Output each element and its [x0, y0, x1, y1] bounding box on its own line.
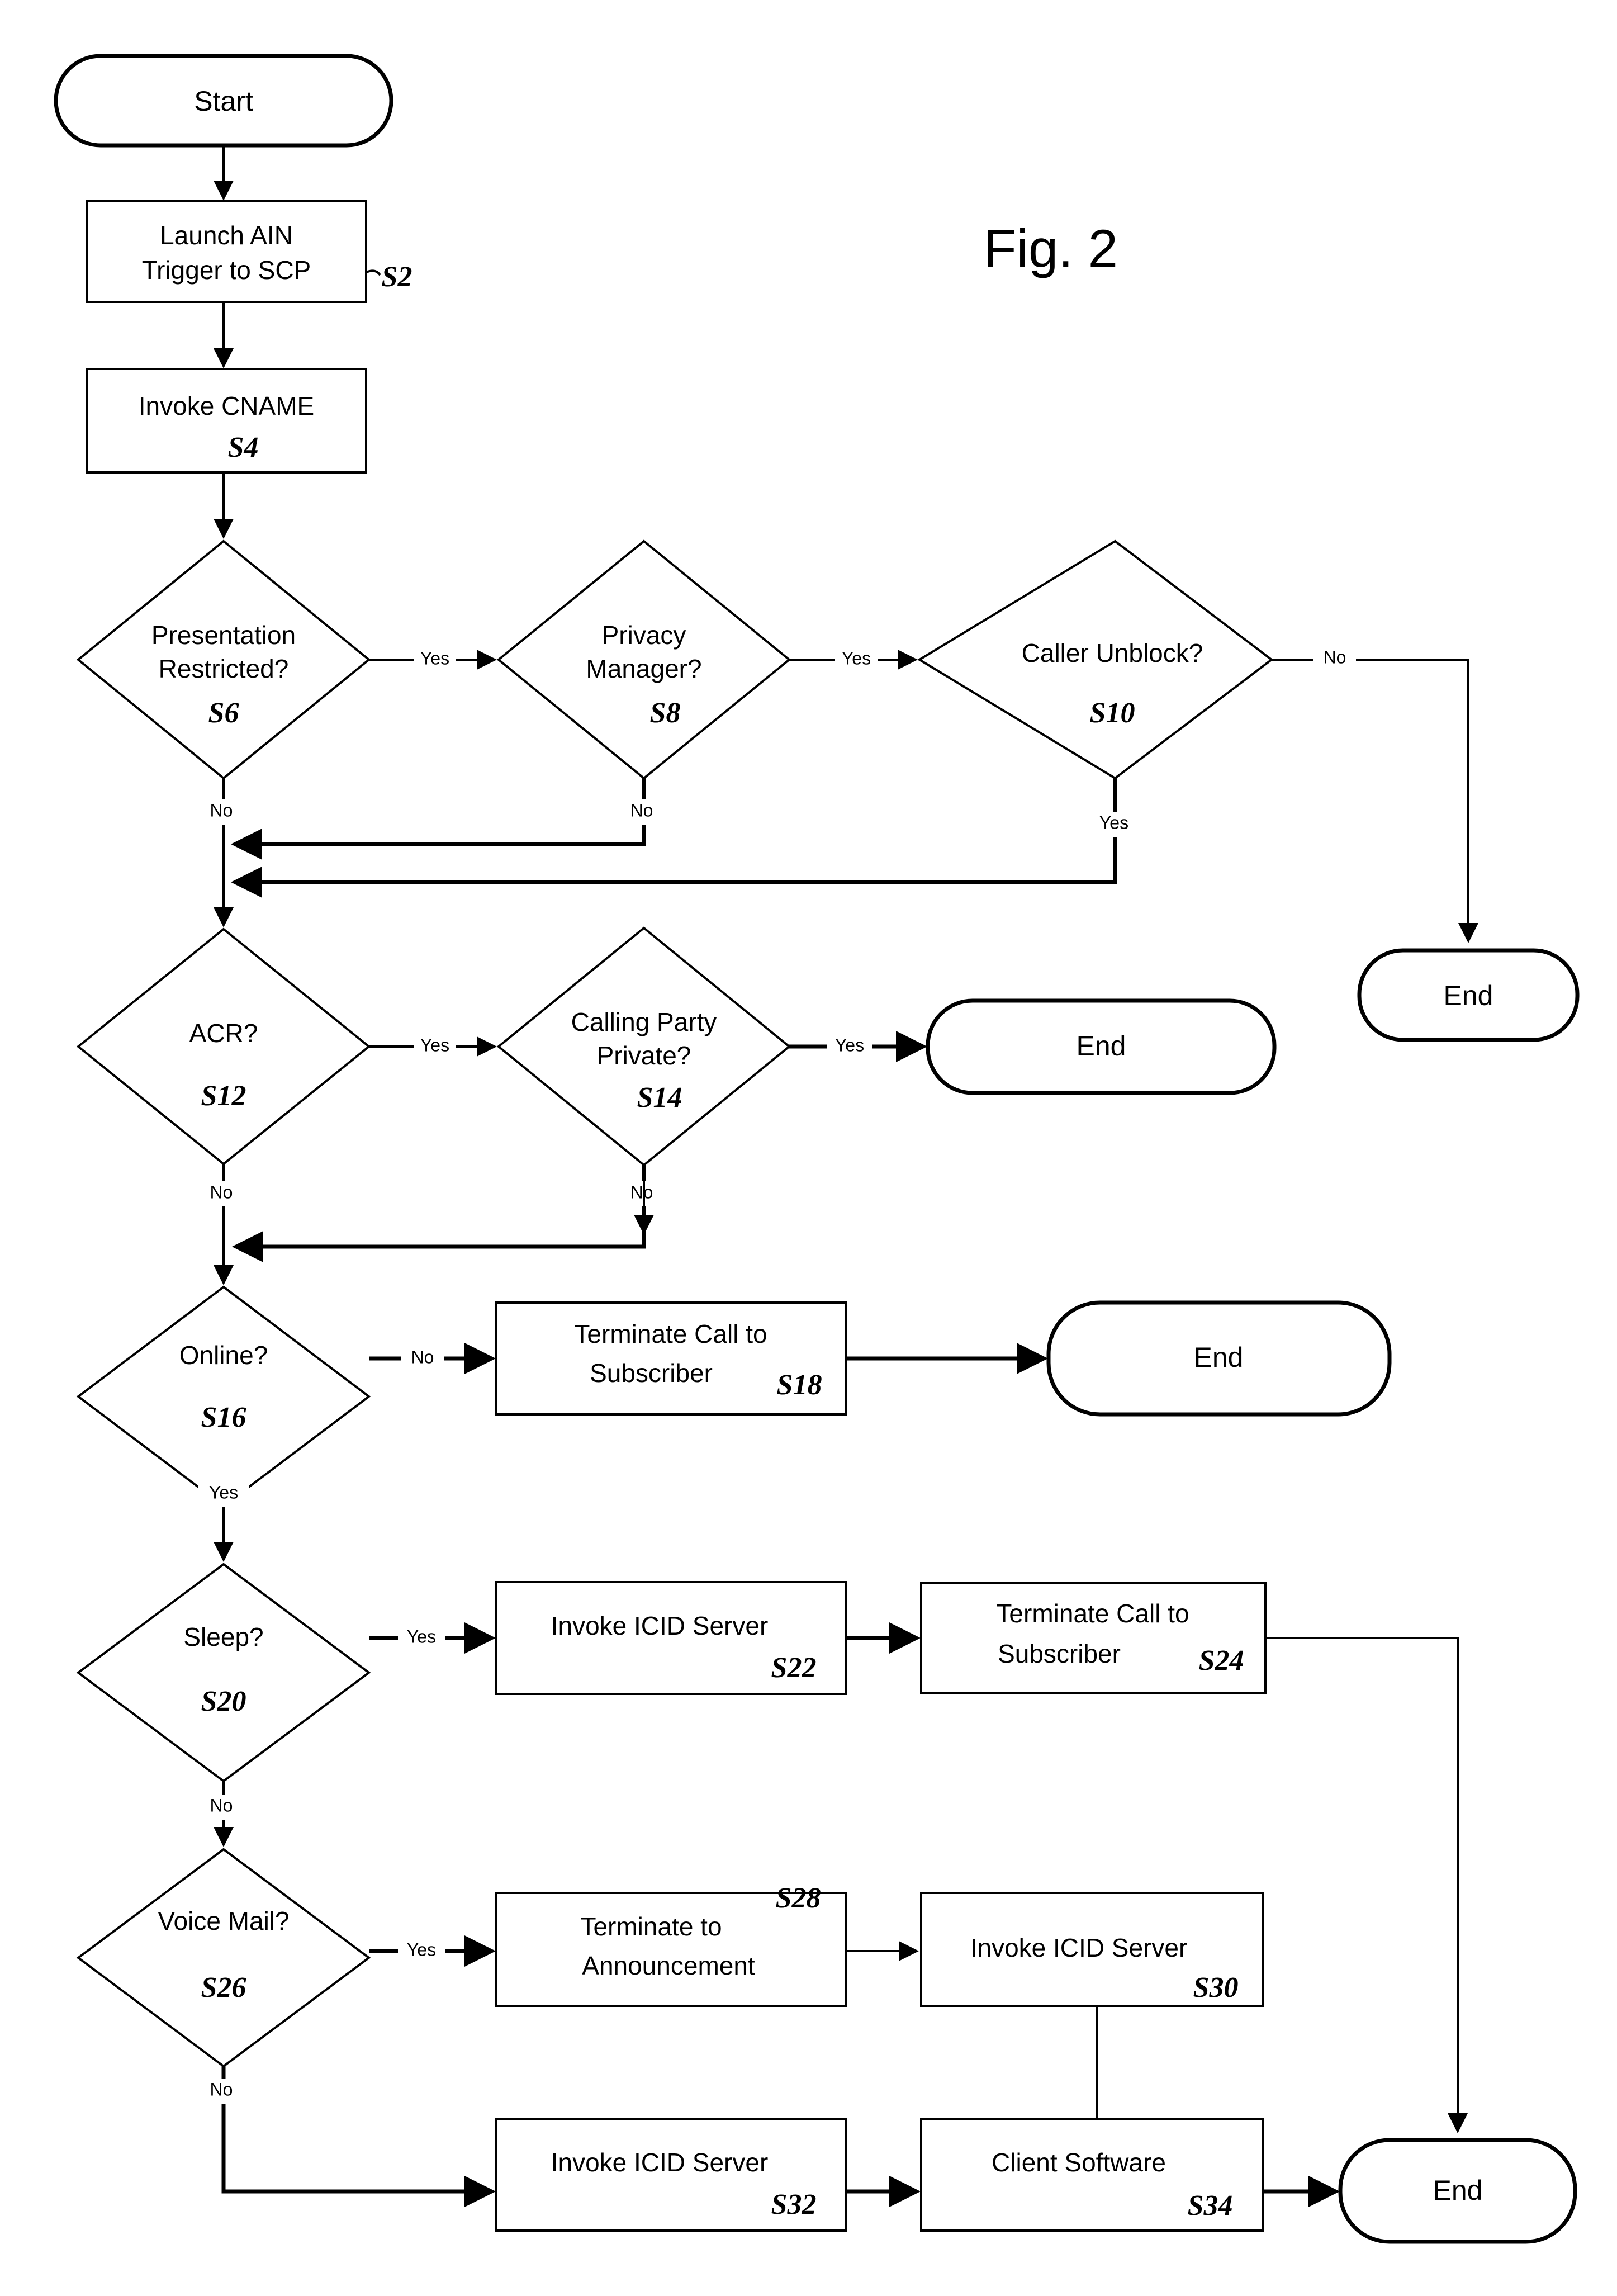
s14-label-line2: Private? — [597, 1041, 691, 1070]
s20-label-line1: Sleep? — [183, 1622, 263, 1651]
s8-ref: S8 — [650, 697, 681, 729]
s10-ref: S10 — [1090, 697, 1135, 729]
s20-yes-label: Yes — [407, 1626, 436, 1646]
s18-label-line1: Terminate Call to — [574, 1319, 767, 1348]
node-s8: Privacy Manager? S8 — [496, 539, 791, 780]
s24-label-line1: Terminate Call to — [996, 1599, 1189, 1628]
s20-shape — [76, 1563, 371, 1783]
start-label: Start — [194, 86, 253, 117]
s12-yes-label: Yes — [420, 1035, 449, 1055]
node-s6: Presentation Restricted? S6 — [76, 539, 371, 780]
s8-no-label: No — [630, 800, 653, 820]
s18-label-line2: Subscriber — [590, 1358, 713, 1388]
s30-label-line1: Invoke ICID Server — [970, 1933, 1188, 1962]
s12-no-label: No — [210, 1182, 233, 1202]
node-end-final: End — [1338, 2138, 1577, 2244]
s16-yes-label: Yes — [209, 1482, 238, 1502]
s10-yes-label: Yes — [1099, 812, 1128, 832]
node-s26: Voice Mail? S26 — [76, 1848, 371, 2068]
s6-no-label: No — [210, 800, 233, 820]
node-s32: Invoke ICID Server S32 — [495, 2118, 847, 2232]
s20-no-label: No — [210, 1795, 233, 1815]
s24-ref: S24 — [1199, 1645, 1244, 1677]
node-end-acr: End — [926, 998, 1277, 1095]
s16-no-label: No — [411, 1347, 434, 1367]
s16-shape — [76, 1285, 371, 1508]
s26-shape — [76, 1848, 371, 2068]
end-online-label: End — [1194, 1342, 1244, 1373]
s6-yes-label: Yes — [420, 648, 449, 668]
node-s28: Terminate to Announcement S28 — [495, 1882, 847, 2007]
node-start: Start — [54, 54, 393, 148]
s12-ref: S12 — [201, 1080, 246, 1112]
node-end-online: End — [1046, 1300, 1392, 1417]
figure-canvas: Fig. 2 Start Launch AIN Trigger to SCP S… — [0, 0, 1617, 2296]
s6-label-line2: Restricted? — [159, 654, 289, 683]
node-s16: Online? S16 — [76, 1285, 371, 1508]
figure-title: Fig. 2 — [984, 219, 1118, 278]
s4-shape — [86, 368, 367, 474]
s12-label-line1: ACR? — [189, 1019, 258, 1048]
s28-label-line1: Terminate to — [580, 1912, 722, 1941]
edge-s14-no-join — [232, 1165, 646, 1262]
node-s10: Caller Unblock? S10 — [917, 539, 1274, 780]
s2-ref: S2 — [382, 261, 412, 293]
s2-shape — [86, 200, 367, 303]
edge-s10-no-to-end — [1272, 659, 1478, 943]
node-s30: Invoke ICID Server S30 — [920, 1892, 1264, 2007]
s30-ref: S30 — [1193, 1972, 1239, 2004]
s4-ref: S4 — [228, 432, 259, 463]
s22-label-line1: Invoke ICID Server — [551, 1611, 769, 1640]
s10-label-line1: Caller Unblock? — [1022, 638, 1203, 668]
end-final-label: End — [1433, 2175, 1483, 2206]
s34-ref: S34 — [1188, 2190, 1233, 2222]
edge-s8-no-join — [231, 778, 646, 860]
s26-ref: S26 — [201, 1972, 246, 2004]
node-s24: Terminate Call to Subscriber S24 — [920, 1582, 1267, 1694]
s2-label-line2: Trigger to SCP — [142, 255, 311, 285]
s16-ref: S16 — [201, 1402, 246, 1433]
s8-label-line1: Privacy — [602, 621, 686, 650]
s28-ref: S28 — [776, 1882, 821, 1914]
s32-label-line1: Invoke ICID Server — [551, 2148, 769, 2177]
s14-yes-label: Yes — [835, 1035, 864, 1055]
s26-yes-label: Yes — [407, 1939, 436, 1959]
s10-no-label: No — [1324, 647, 1346, 667]
s20-ref: S20 — [201, 1686, 246, 1717]
s8-label-line2: Manager? — [586, 654, 701, 683]
node-s2: Launch AIN Trigger to SCP S2 — [86, 200, 412, 303]
s22-ref: S22 — [771, 1652, 817, 1684]
node-s34: Client Software S34 — [920, 2118, 1264, 2232]
edge-s10-yes-join — [231, 778, 1117, 898]
s26-no-label: No — [210, 2079, 233, 2099]
edge-s26-no-to-s32 — [221, 2066, 496, 2207]
s14-ref: S14 — [637, 1082, 682, 1114]
s28-label-line2: Announcement — [582, 1951, 755, 1980]
s2-ref-leader — [366, 269, 381, 276]
node-s4: Invoke CNAME S4 — [86, 368, 367, 474]
s32-ref: S32 — [771, 2189, 817, 2221]
end-unblock-label: End — [1444, 980, 1493, 1011]
s34-label-line1: Client Software — [992, 2148, 1166, 2177]
node-s18: Terminate Call to Subscriber S18 — [495, 1301, 847, 1416]
s4-label-line1: Invoke CNAME — [139, 391, 314, 420]
edge-s24-to-final-end — [1265, 1637, 1468, 2133]
s14-label-line1: Calling Party — [571, 1007, 717, 1036]
s24-label-line2: Subscriber — [998, 1639, 1121, 1668]
s18-ref: S18 — [777, 1369, 822, 1401]
s8-yes-label: Yes — [842, 648, 871, 668]
node-s20: Sleep? S20 — [76, 1563, 371, 1783]
end-acr-label: End — [1077, 1030, 1126, 1062]
s6-label-line1: Presentation — [151, 621, 296, 650]
s26-label-line1: Voice Mail? — [158, 1906, 289, 1935]
s14-no-label: No — [630, 1182, 653, 1202]
s2-label-line1: Launch AIN — [160, 221, 293, 250]
node-s22: Invoke ICID Server S22 — [495, 1581, 847, 1695]
node-s12: ACR? S12 — [76, 927, 371, 1166]
s16-label-line1: Online? — [179, 1341, 268, 1370]
flowchart-diagram: Fig. 2 Start Launch AIN Trigger to SCP S… — [0, 0, 1617, 2296]
node-end-unblock: End — [1357, 948, 1580, 1042]
node-s14: Calling Party Private? S14 — [496, 926, 791, 1167]
s6-ref: S6 — [208, 697, 239, 729]
